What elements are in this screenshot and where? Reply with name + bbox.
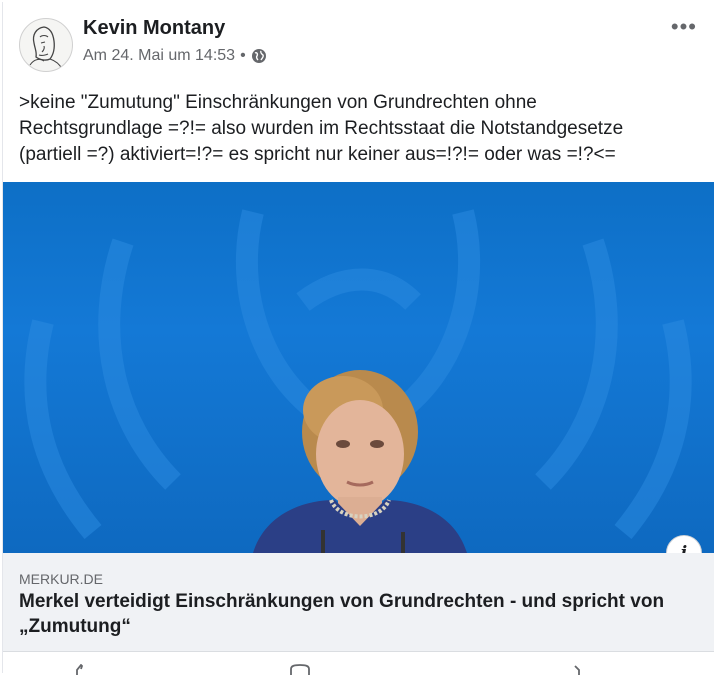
link-preview-image[interactable] [3,182,714,553]
facebook-post: Kevin Montany Am 24. Mai um 14:53 • ••• … [2,2,714,675]
link-title[interactable]: Merkel verteidigt Einschränkungen von Gr… [19,589,709,639]
link-title-line: „Zumutung“ [19,616,131,637]
avatar-sketch-icon [29,26,63,70]
link-domain: MERKUR.DE [19,571,104,587]
meta-separator: • [240,47,246,64]
post-text: >keine "Zumutung" Einschränkungen von Gr… [19,90,699,168]
author-name[interactable]: Kevin Montany [83,17,225,40]
post-header: Kevin Montany Am 24. Mai um 14:53 • ••• [3,2,714,82]
press-photo-image [24,209,692,553]
action-bar [3,654,714,675]
avatar[interactable] [19,18,73,72]
globe-icon[interactable] [251,48,267,64]
comment-icon[interactable] [289,664,311,675]
post-meta: Am 24. Mai um 14:53 • [83,47,267,65]
post-text-line: (partiell =?) aktiviert=!?= es spricht n… [19,144,616,165]
post-text-line: Rechtsgrundlage =?!= also wurden im Rech… [19,118,624,139]
post-text-line: >keine "Zumutung" Einschränkungen von Gr… [19,92,537,113]
share-icon[interactable] [569,664,591,675]
link-title-line: Merkel verteidigt Einschränkungen von Gr… [19,591,665,612]
like-icon[interactable] [71,664,93,675]
more-options-button[interactable]: ••• [671,14,697,40]
post-timestamp[interactable]: Am 24. Mai um 14:53 [83,47,235,65]
link-preview-box[interactable]: MERKUR.DE Merkel verteidigt Einschränkun… [3,553,714,652]
